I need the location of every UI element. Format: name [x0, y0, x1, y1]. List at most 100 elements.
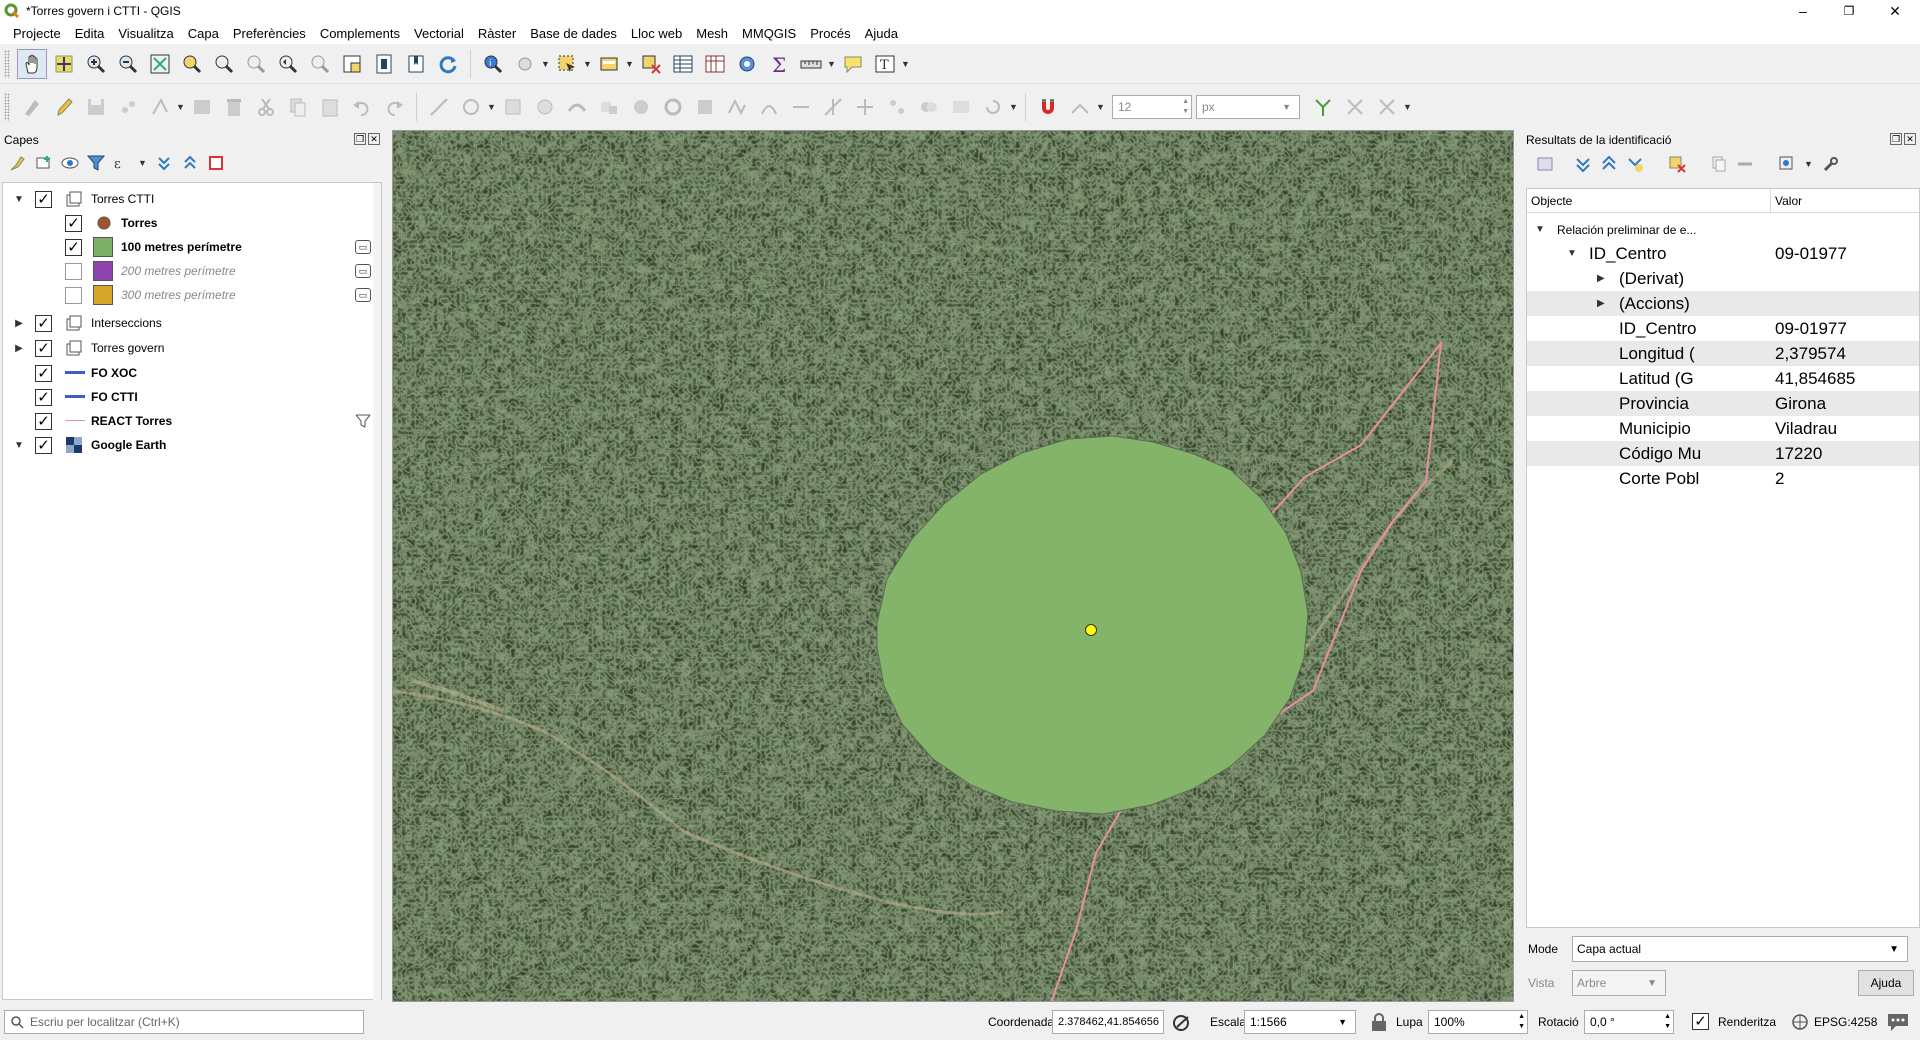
clear-results-icon[interactable] — [1668, 155, 1686, 173]
save-edits-icon[interactable] — [81, 92, 111, 122]
chevron-down-icon[interactable]: ▼ — [625, 59, 635, 69]
expand-tree-icon[interactable] — [1574, 155, 1592, 173]
layer-checkbox[interactable]: ✓ — [35, 388, 52, 406]
snapping-type-icon[interactable] — [1065, 92, 1095, 122]
result-layer-node[interactable]: ▼ Relación preliminar de e... — [1527, 217, 1919, 242]
maximize-button[interactable]: ❐ — [1826, 0, 1872, 22]
snapping-magnet-icon[interactable] — [1033, 92, 1063, 122]
layer-group-torres-govern[interactable]: ▶ ✓ Torres govern — [3, 336, 373, 360]
pan-tool-icon[interactable] — [17, 48, 47, 79]
zoom-full-icon[interactable] — [145, 49, 175, 79]
filter-legend-icon[interactable] — [86, 153, 106, 173]
avoid-overlap-icon[interactable] — [1340, 92, 1370, 122]
embedded-layer-icon[interactable]: ▭ — [355, 288, 371, 302]
spinbox-arrows-icon[interactable]: ▲ ▼ — [1518, 1012, 1525, 1032]
menu-vectorial[interactable]: Vectorial — [407, 26, 471, 41]
chevron-down-icon[interactable]: ▼ — [1804, 159, 1814, 169]
minimize-button[interactable]: – — [1780, 0, 1826, 22]
delete-part-icon[interactable] — [690, 92, 720, 122]
expand-all-icon[interactable] — [154, 153, 174, 173]
close-panel-icon[interactable]: ✕ — [368, 133, 380, 145]
filter-expression-icon[interactable]: ε — [112, 153, 132, 173]
chevron-down-icon[interactable]: ▼ — [487, 102, 497, 112]
crs-globe-icon[interactable] — [1790, 1013, 1810, 1031]
layer-checkbox[interactable]: ✓ — [35, 314, 52, 332]
layer-fo-ctti[interactable]: ✓ FO CTTI — [3, 385, 373, 409]
chevron-down-icon[interactable]: ▼ — [583, 59, 593, 69]
add-group-icon[interactable] — [34, 153, 54, 173]
settings-icon[interactable] — [1822, 155, 1840, 173]
menu-mesh[interactable]: Mesh — [689, 26, 735, 41]
redo-icon[interactable] — [379, 92, 409, 122]
processing-toolbox-icon[interactable] — [732, 49, 762, 79]
modify-attributes-icon[interactable] — [187, 92, 217, 122]
rotate-point-symbols-icon[interactable] — [978, 92, 1008, 122]
help-button[interactable]: Ajuda — [1858, 970, 1914, 996]
result-derived-node[interactable]: ▶ (Derivat) — [1527, 266, 1919, 291]
chevron-down-icon[interactable]: ▼ — [1009, 102, 1019, 112]
layer-react-torres[interactable]: ✓ REACT Torres — [3, 409, 373, 433]
layer-group-interseccions[interactable]: ▶ ✓ Interseccions — [3, 311, 373, 335]
column-value[interactable]: Valor — [1771, 189, 1802, 212]
layer-checkbox[interactable]: ✓ — [65, 214, 82, 232]
render-checkbox[interactable]: ✓ — [1692, 1013, 1709, 1030]
collapse-arrow-icon[interactable]: ▼ — [1567, 248, 1577, 259]
reshape-icon[interactable] — [498, 92, 528, 122]
expand-arrow-icon[interactable]: ▶ — [13, 317, 25, 329]
view-select[interactable]: Arbre ▼ — [1572, 970, 1666, 996]
reverse-line-icon[interactable] — [786, 92, 816, 122]
result-feature-node[interactable]: ▼ ID_Centro 09-01977 — [1527, 241, 1919, 266]
messages-icon[interactable] — [1886, 1011, 1910, 1033]
zoom-native-icon[interactable] — [241, 49, 271, 79]
close-button[interactable]: ✕ — [1872, 0, 1918, 22]
menu-capa[interactable]: Capa — [181, 26, 226, 41]
chevron-down-icon[interactable]: ▼ — [1647, 978, 1657, 989]
text-annotation-icon[interactable]: T — [870, 49, 900, 79]
chevron-down-icon[interactable]: ▼ — [541, 59, 551, 69]
menu-mmqgis[interactable]: MMQGIS — [735, 26, 803, 41]
menu-raster[interactable]: Ràster — [471, 26, 523, 41]
chevron-down-icon[interactable]: ▼ — [1282, 102, 1291, 112]
attribute-table-icon[interactable] — [668, 49, 698, 79]
lock-scale-icon[interactable] — [1370, 1012, 1388, 1032]
float-panel-icon[interactable]: ❐ — [354, 133, 366, 145]
layer-checkbox[interactable] — [65, 286, 82, 304]
snapping-tolerance-input[interactable]: 12 ▲ ▼ — [1112, 95, 1192, 119]
delete-ring-icon[interactable] — [658, 92, 688, 122]
expand-arrow-icon[interactable]: ▶ — [1597, 298, 1605, 309]
offset-icon[interactable] — [754, 92, 784, 122]
paste-features-icon[interactable] — [315, 92, 345, 122]
fill-ring-icon[interactable] — [626, 92, 656, 122]
manage-visibility-icon[interactable] — [60, 153, 80, 173]
layer-checkbox[interactable]: ✓ — [35, 436, 52, 454]
layer-checkbox[interactable]: ✓ — [65, 238, 82, 256]
vertex-tool-icon[interactable] — [145, 92, 175, 122]
spinbox-arrows-icon[interactable]: ▲ ▼ — [1664, 1012, 1671, 1032]
layer-tree-scrollbar[interactable] — [373, 183, 381, 1001]
run-feature-action-icon[interactable] — [510, 49, 540, 79]
snapping-unit-select[interactable]: px ▼ — [1196, 95, 1300, 119]
statistics-icon[interactable]: Σ — [764, 49, 794, 79]
measure-line-icon[interactable] — [796, 49, 826, 79]
toolbar-grip[interactable] — [4, 49, 10, 78]
topological-editing-icon[interactable] — [1308, 92, 1338, 122]
add-feature-icon[interactable] — [113, 92, 143, 122]
temporal-controller-icon[interactable] — [369, 49, 399, 79]
menu-ajuda[interactable]: Ajuda — [858, 26, 905, 41]
zoom-last-icon[interactable] — [273, 49, 303, 79]
expand-new-results-icon[interactable] — [1626, 155, 1644, 173]
menu-complements[interactable]: Complements — [313, 26, 407, 41]
close-panel-icon[interactable]: ✕ — [1904, 133, 1916, 145]
layer-200-metres-perimetre[interactable]: 200 metres perímetre ▭ — [3, 259, 373, 283]
layer-checkbox[interactable] — [65, 262, 82, 280]
split-parts-icon[interactable] — [882, 92, 912, 122]
attribute-row[interactable]: ID_Centro 09-01977 — [1527, 316, 1919, 341]
reshape-features-icon[interactable] — [722, 92, 752, 122]
layer-google-earth[interactable]: ▼ ✓ Google Earth — [3, 433, 373, 457]
layer-checkbox[interactable]: ✓ — [35, 190, 52, 208]
cut-features-icon[interactable] — [251, 92, 281, 122]
expand-arrow-icon[interactable]: ▶ — [1597, 273, 1605, 284]
crs-label[interactable]: EPSG:4258 — [1814, 1010, 1877, 1034]
remove-layer-icon[interactable] — [206, 153, 226, 173]
zoom-in-icon[interactable] — [81, 49, 111, 79]
